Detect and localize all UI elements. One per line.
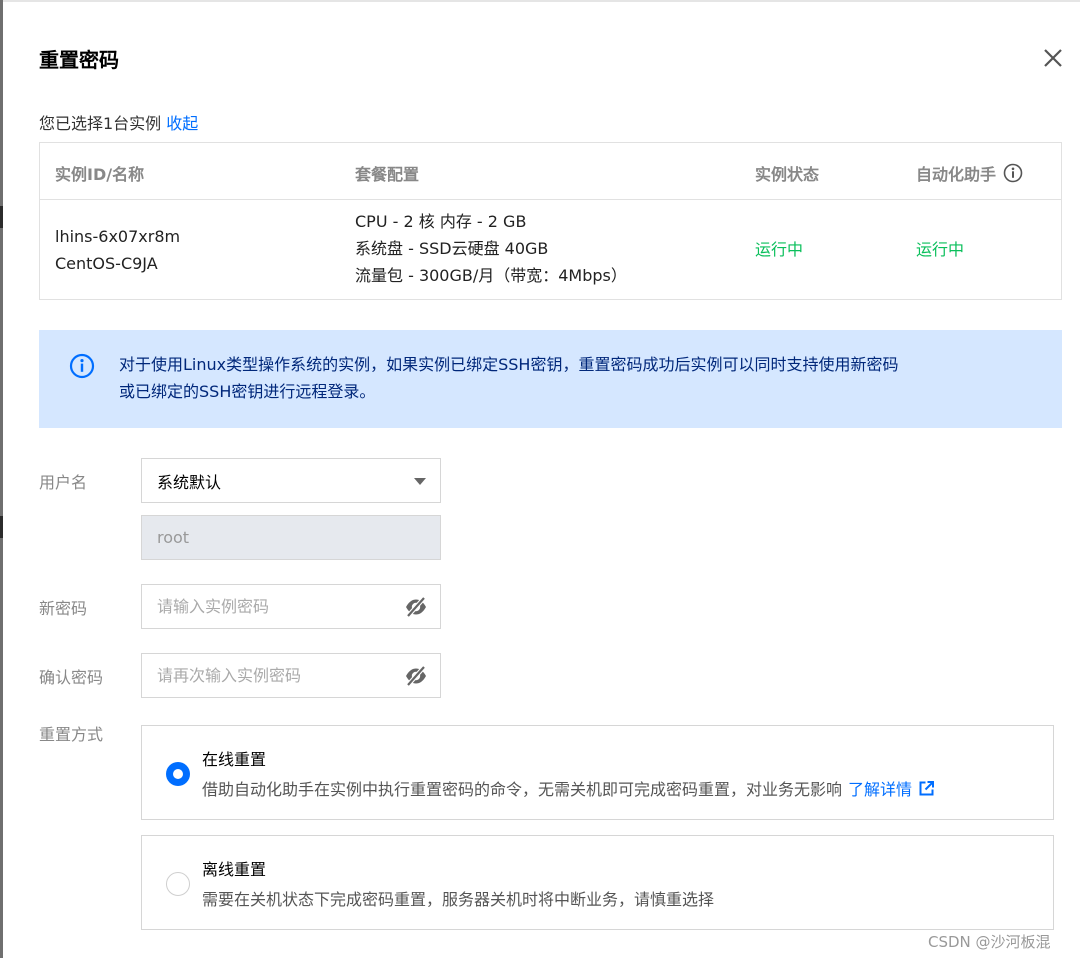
learn-more-label: 了解详情 bbox=[848, 780, 913, 799]
instance-id: lhins-6x07xr8m bbox=[55, 227, 181, 246]
reset-option-offline[interactable]: 离线重置 需要在关机状态下完成密码重置，服务器关机时将中断业务，请慎重选择 bbox=[141, 835, 1054, 930]
new-password-label: 新密码 bbox=[39, 599, 88, 618]
notice-line: 或已绑定的SSH密钥进行远程登录。 bbox=[119, 382, 376, 401]
window-top-edge bbox=[0, 0, 1080, 2]
config-traffic-package: 流量包 - 300GB/月（带宽：4Mbps） bbox=[355, 266, 627, 285]
backdrop-edge bbox=[0, 0, 3, 958]
assistant-status: 运行中 bbox=[916, 240, 965, 259]
option-title: 离线重置 bbox=[202, 860, 267, 879]
external-link-icon bbox=[919, 780, 935, 795]
instance-table-header: 实例ID/名称 套餐配置 实例状态 自动化助手 bbox=[40, 143, 1061, 200]
close-button[interactable] bbox=[1039, 44, 1067, 72]
instance-name: CentOS-C9JA bbox=[55, 254, 158, 273]
username-label: 用户名 bbox=[39, 473, 88, 492]
confirm-password-label: 确认密码 bbox=[39, 668, 104, 687]
info-icon[interactable] bbox=[1003, 163, 1023, 183]
radio-offline[interactable] bbox=[166, 872, 190, 896]
username-readonly-field: root bbox=[141, 515, 441, 560]
reset-option-online[interactable]: 在线重置 借助自动化助手在实例中执行重置密码的命令，无需关机即可完成密码重置，对… bbox=[141, 725, 1054, 820]
confirm-password-field bbox=[141, 653, 441, 698]
selection-count-text: 您已选择1台实例 bbox=[39, 114, 162, 133]
backdrop-mark bbox=[0, 206, 3, 228]
notice-text: 对于使用Linux类型操作系统的实例，如果实例已绑定SSH密钥，重置密码成功后实… bbox=[119, 351, 898, 405]
confirm-password-input[interactable] bbox=[142, 654, 397, 697]
instance-table: 实例ID/名称 套餐配置 实例状态 自动化助手 lhins-6x07xr8m C… bbox=[39, 142, 1062, 300]
learn-more-link[interactable]: 了解详情 bbox=[848, 776, 935, 800]
reset-method-label: 重置方式 bbox=[39, 725, 104, 744]
option-description-text: 需要在关机状态下完成密码重置，服务器关机时将中断业务，请慎重选择 bbox=[202, 890, 715, 909]
selection-summary: 您已选择1台实例 收起 bbox=[39, 110, 198, 134]
info-icon bbox=[69, 353, 95, 379]
collapse-link[interactable]: 收起 bbox=[166, 114, 198, 133]
notice-line: 对于使用Linux类型操作系统的实例，如果实例已绑定SSH密钥，重置密码成功后实… bbox=[119, 355, 899, 374]
option-description: 借助自动化助手在实例中执行重置密码的命令，无需关机即可完成密码重置，对业务无影响… bbox=[202, 776, 935, 800]
watermark: CSDN @沙河板混 bbox=[928, 933, 1051, 951]
eye-off-icon[interactable] bbox=[404, 596, 428, 618]
username-select[interactable]: 系统默认 bbox=[141, 458, 441, 503]
column-header-assistant-label: 自动化助手 bbox=[916, 165, 997, 184]
instance-id-cell: lhins-6x07xr8m CentOS-C9JA bbox=[55, 223, 180, 277]
option-description: 需要在关机状态下完成密码重置，服务器关机时将中断业务，请慎重选择 bbox=[202, 886, 714, 910]
caret-down-icon bbox=[414, 478, 426, 485]
column-header-instance-id: 实例ID/名称 bbox=[55, 165, 145, 184]
dialog-title: 重置密码 bbox=[39, 48, 119, 72]
column-header-status: 实例状态 bbox=[755, 165, 820, 184]
eye-off-icon[interactable] bbox=[404, 665, 428, 687]
close-icon bbox=[1044, 49, 1062, 67]
column-header-config: 套餐配置 bbox=[355, 165, 420, 184]
option-title: 在线重置 bbox=[202, 750, 267, 769]
config-cpu-memory: CPU - 2 核 内存 - 2 GB bbox=[355, 212, 527, 231]
backdrop-mark bbox=[0, 516, 3, 538]
config-system-disk: 系统盘 - SSD云硬盘 40GB bbox=[355, 239, 549, 258]
column-header-assistant: 自动化助手 bbox=[916, 161, 1023, 185]
instance-status: 运行中 bbox=[755, 240, 804, 259]
new-password-field bbox=[141, 584, 441, 629]
radio-online-selected[interactable] bbox=[166, 762, 190, 786]
username-select-value: 系统默认 bbox=[157, 472, 222, 492]
instance-config-cell: CPU - 2 核 内存 - 2 GB 系统盘 - SSD云硬盘 40GB 流量… bbox=[355, 208, 627, 289]
info-notice: 对于使用Linux类型操作系统的实例，如果实例已绑定SSH密钥，重置密码成功后实… bbox=[39, 330, 1062, 428]
option-description-text: 借助自动化助手在实例中执行重置密码的命令，无需关机即可完成密码重置，对业务无影响 bbox=[202, 780, 843, 799]
new-password-input[interactable] bbox=[142, 585, 397, 628]
